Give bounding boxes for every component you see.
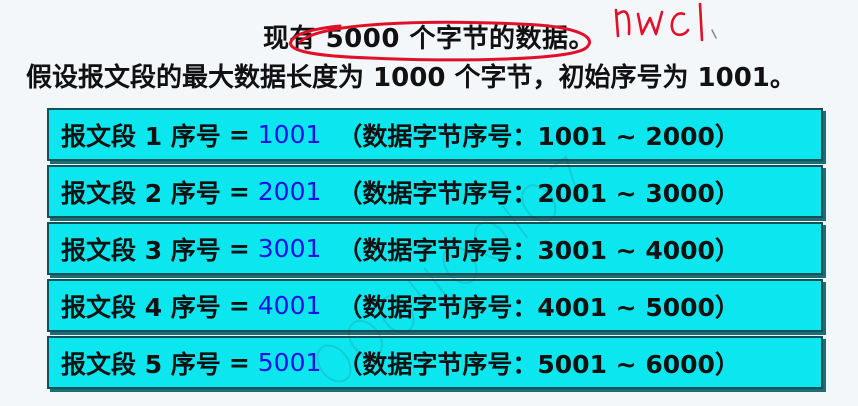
sequence-number: 1001	[257, 120, 322, 149]
intro-line-2: 假设报文段的最大数据长度为 1000 个字节，初始序号为 1001。	[26, 63, 796, 93]
segment-list: 报文段 1 序号 = 1001 （数据字节序号：1001 ~ 2000） 报文段…	[47, 108, 823, 393]
sequence-number: 5001	[257, 348, 322, 377]
segment-label: 报文段 5 序号	[61, 349, 221, 379]
segment-row: 报文段 4 序号 = 4001 （数据字节序号：4001 ~ 5000）	[47, 279, 823, 332]
equals-sign: =	[228, 120, 250, 149]
byte-range-detail: （数据字节序号：3001 ~ 4000）	[337, 235, 740, 265]
equals-sign: =	[228, 234, 250, 263]
sequence-number: 2001	[257, 177, 322, 206]
segment-label: 报文段 4 序号	[61, 292, 221, 322]
sequence-number: 3001	[257, 234, 322, 263]
segment-row: 报文段 5 序号 = 5001 （数据字节序号：5001 ~ 6000）	[47, 336, 823, 389]
segment-label: 报文段 3 序号	[61, 235, 221, 265]
byte-range-detail: （数据字节序号：2001 ~ 3000）	[337, 178, 740, 208]
segment-row: 报文段 1 序号 = 1001 （数据字节序号：1001 ~ 2000）	[47, 108, 823, 161]
byte-range-detail: （数据字节序号：5001 ~ 6000）	[337, 349, 740, 379]
segment-label: 报文段 2 序号	[61, 178, 221, 208]
sequence-number: 4001	[257, 291, 322, 320]
byte-range-detail: （数据字节序号：4001 ~ 5000）	[337, 292, 740, 322]
handwritten-annotation	[614, 2, 717, 42]
byte-range-detail: （数据字节序号：1001 ~ 2000）	[337, 121, 740, 151]
equals-sign: =	[228, 348, 250, 377]
segment-label: 报文段 1 序号	[61, 121, 221, 151]
segment-row: 报文段 3 序号 = 3001 （数据字节序号：3001 ~ 4000）	[47, 222, 823, 275]
equals-sign: =	[228, 177, 250, 206]
segment-row: 报文段 2 序号 = 2001 （数据字节序号：2001 ~ 3000）	[47, 165, 823, 218]
equals-sign: =	[228, 291, 250, 320]
